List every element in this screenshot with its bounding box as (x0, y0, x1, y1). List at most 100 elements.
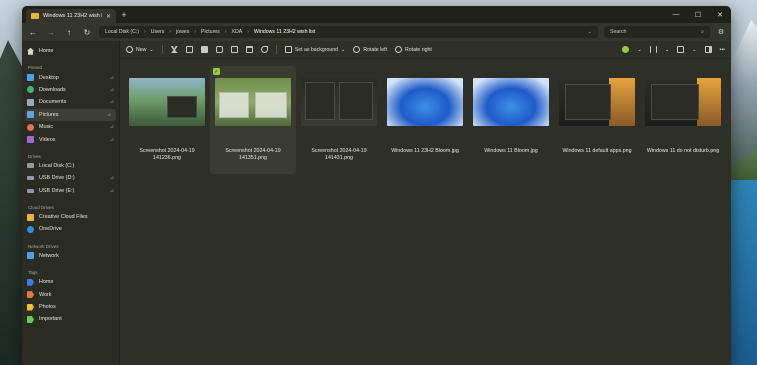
back-button[interactable]: ← (27, 28, 39, 37)
search-placeholder: Search (610, 29, 627, 35)
pin-icon[interactable]: ⊿ (110, 87, 114, 93)
maximize-button[interactable]: ☐ (687, 6, 709, 23)
sidebar-item-music[interactable]: Music ⊿ (22, 121, 119, 133)
new-tab-button[interactable]: + (116, 6, 132, 23)
file-item-selected[interactable]: ✓ Screenshot 2024-04-19 141351.png (210, 66, 296, 174)
sidebar-item-onedrive[interactable]: OneDrive (22, 223, 119, 235)
checkbox-checked-icon[interactable]: ✓ (213, 68, 220, 75)
pin-icon[interactable]: ⊿ (107, 112, 111, 118)
file-item[interactable]: Windows 11 do not disturb.png (640, 66, 726, 174)
preview-pane-icon[interactable] (704, 46, 712, 53)
pin-icon[interactable]: ⊿ (110, 137, 114, 143)
pin-icon[interactable]: ⊿ (110, 75, 114, 81)
file-grid: Screenshot 2024-04-19 141236.png ✓ Scree… (120, 59, 731, 174)
sidebar-item-tag-important[interactable]: Important (22, 313, 119, 325)
thumbnail-image (301, 78, 377, 126)
refresh-button[interactable]: ↻ (81, 28, 93, 37)
sidebar-item-tag-home[interactable]: Home (22, 276, 119, 288)
file-name: Screenshot 2024-04-19 141351.png (225, 148, 281, 161)
sidebar-item-downloads[interactable]: Downloads ⊿ (22, 84, 119, 96)
rotate-left-icon (353, 46, 361, 53)
sidebar-item-network[interactable]: Network (22, 250, 119, 262)
copy-icon[interactable] (185, 46, 193, 53)
plus-circle-icon (126, 46, 133, 53)
chevron-down-icon[interactable]: ⌄ (588, 29, 592, 35)
cut-icon[interactable] (170, 46, 178, 53)
sidebar-item-tag-work[interactable]: Work (22, 288, 119, 300)
crumb-current-folder[interactable]: Windows 11 23H2 wish list (254, 29, 315, 35)
minimize-button[interactable]: — (665, 6, 687, 23)
download-icon (27, 86, 34, 94)
chevron-down-icon[interactable]: ⌄ (692, 47, 696, 53)
set-as-background-button[interactable]: Set as background ⌄ (284, 46, 345, 53)
breadcrumb[interactable]: Local Disk (C:) › Users › jowes › Pictur… (99, 26, 598, 38)
sidebar-item-creative-cloud[interactable]: Creative Cloud Files (22, 211, 119, 223)
pictures-icon (27, 111, 34, 119)
new-button[interactable]: New ⌄ (126, 46, 154, 53)
sidebar-item-label: Documents (39, 99, 67, 106)
crumb-pictures[interactable]: Pictures (201, 29, 220, 35)
new-label: New (136, 46, 147, 53)
pin-icon[interactable]: ⊿ (110, 99, 114, 105)
sidebar-item-label: USB Drive (D:) (39, 175, 75, 182)
section-pinned[interactable]: Pinned (22, 61, 119, 71)
sidebar-item-tag-photos[interactable]: Photos (22, 301, 119, 313)
filter-icon[interactable] (622, 46, 630, 53)
crumb-users[interactable]: Users (151, 29, 165, 35)
tag-icon (27, 315, 34, 323)
sidebar-item-pictures[interactable]: Pictures ⊿ (25, 108, 116, 121)
drive-icon (27, 163, 34, 169)
sidebar-item-videos[interactable]: Videos ⊿ (22, 133, 119, 145)
file-item[interactable]: Windows 11 Bloom.jpg (468, 66, 554, 174)
rotate-right-button[interactable]: Rotate right (395, 46, 432, 53)
desktop-icon (27, 74, 34, 82)
divider (275, 45, 277, 54)
up-button[interactable]: ↑ (63, 28, 75, 37)
chevron-right-icon: › (144, 29, 146, 35)
rename-icon[interactable] (215, 46, 223, 53)
chevron-right-icon: › (224, 29, 227, 35)
chevron-right-icon: › (169, 29, 172, 35)
file-item[interactable]: Windows 11 default apps.png (554, 66, 640, 174)
section-cloud-drives[interactable]: Cloud Drives (22, 201, 119, 211)
divider (161, 45, 163, 54)
share-icon[interactable] (230, 46, 238, 53)
more-options-button[interactable]: ••• (720, 47, 725, 53)
sidebar-item-home[interactable]: Home (22, 45, 119, 57)
section-network-drives[interactable]: Network Drives (22, 240, 119, 250)
crumb-xda[interactable]: XDA (232, 29, 243, 35)
thumbnail-image (387, 78, 463, 126)
usb-drive-icon (27, 188, 34, 193)
eject-icon[interactable]: ⊿ (110, 188, 114, 194)
section-drives[interactable]: Drives (22, 150, 119, 160)
sort-icon[interactable] (649, 46, 657, 53)
paste-icon[interactable] (200, 46, 208, 53)
file-item[interactable]: Screenshot 2024-04-19 141236.png (124, 66, 210, 174)
tab-active[interactable]: Windows 11 23H2 wish list ✕ (26, 9, 116, 23)
search-input[interactable]: Search ⌕ (604, 26, 710, 38)
forward-button[interactable]: → (45, 28, 57, 37)
pin-icon[interactable]: ⊿ (110, 124, 114, 130)
sidebar-item-label: Desktop (39, 74, 59, 81)
chevron-down-icon[interactable]: ⌄ (665, 47, 669, 53)
file-item[interactable]: Windows 11 23H2 Bloom.jpg (382, 66, 468, 174)
crumb-local-disk[interactable]: Local Disk (C:) (105, 29, 139, 35)
tab-close-icon[interactable]: ✕ (106, 13, 111, 20)
layout-icon[interactable] (677, 46, 685, 53)
properties-icon[interactable] (260, 46, 268, 53)
sidebar-item-documents[interactable]: Documents ⊿ (22, 96, 119, 108)
sidebar-item-usb-e[interactable]: USB Drive (E:) ⊿ (22, 185, 119, 197)
sidebar-item-usb-d[interactable]: USB Drive (D:) ⊿ (22, 172, 119, 184)
file-item[interactable]: Screenshot 2024-04-19 141431.png (296, 66, 382, 174)
chevron-down-icon[interactable]: ⌄ (637, 47, 641, 53)
crumb-user[interactable]: jowes (176, 29, 189, 35)
section-tags[interactable]: Tags (22, 266, 119, 276)
settings-gear-icon[interactable]: ⚙ (716, 28, 726, 36)
sidebar-item-desktop[interactable]: Desktop ⊿ (22, 71, 119, 83)
eject-icon[interactable]: ⊿ (110, 175, 114, 181)
search-icon: ⌕ (701, 28, 704, 35)
sidebar-item-local-disk[interactable]: Local Disk (C:) (22, 160, 119, 172)
close-window-button[interactable]: ✕ (709, 6, 731, 23)
delete-icon[interactable] (245, 46, 253, 53)
rotate-left-button[interactable]: Rotate left (353, 46, 387, 53)
